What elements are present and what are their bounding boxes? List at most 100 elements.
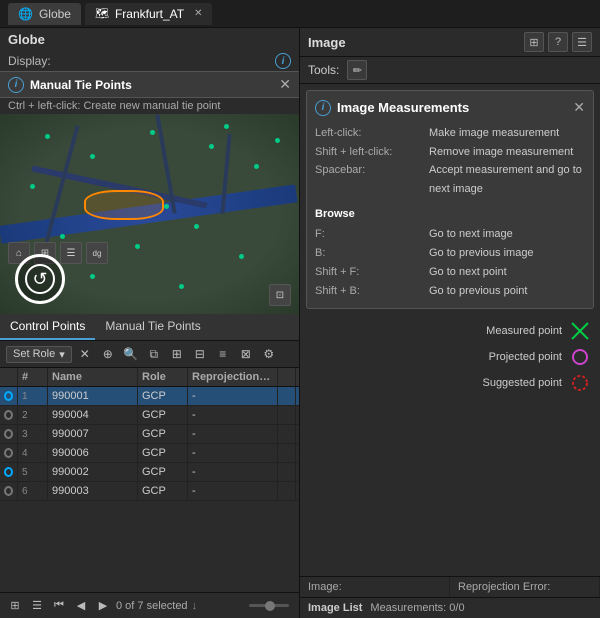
td-status: [0, 463, 18, 481]
im-title: i Image Measurements: [315, 100, 469, 116]
tab-close-button[interactable]: ✕: [194, 8, 202, 19]
image-tool-btn-2[interactable]: ?: [548, 32, 568, 52]
map-dot: [90, 274, 95, 279]
mtp-title-row: i Manual Tie Points: [8, 77, 132, 93]
table-row[interactable]: 4 990006 GCP -: [0, 444, 299, 463]
status-dot: [4, 448, 13, 458]
td-role: GCP: [138, 425, 188, 443]
td-num: 2: [18, 406, 48, 424]
td-name: 990006: [48, 444, 138, 462]
td-name: 990002: [48, 463, 138, 481]
compass-circle: ↺: [15, 254, 65, 304]
im-row-shift: Shift + left-click: Remove image measure…: [315, 143, 585, 162]
map-dot: [45, 134, 50, 139]
zoom-slider[interactable]: [249, 604, 289, 607]
legend-measured: Measured point: [486, 321, 590, 341]
display-label: Display:: [8, 54, 51, 68]
set-role-dropdown[interactable]: Set Role ▾: [6, 346, 72, 363]
selected-count: 0 of 7 selected: [116, 600, 188, 612]
compass-arrow: ↺: [25, 264, 55, 294]
td-rmse: -: [188, 406, 278, 424]
im-close-button[interactable]: ✕: [573, 99, 585, 116]
table-row[interactable]: 2 990004 GCP -: [0, 406, 299, 425]
tab-globe[interactable]: 🌐 Globe: [8, 3, 81, 25]
chevron-down-icon: ▾: [59, 348, 65, 361]
frankfurt-icon: 🗺: [95, 7, 109, 20]
cp-tool-table1[interactable]: ⊞: [167, 344, 187, 364]
td-name: 990004: [48, 406, 138, 424]
th-num: #: [18, 368, 48, 386]
bottom-prev-button[interactable]: ◀: [72, 597, 90, 615]
cp-tool-copy[interactable]: ⧉: [144, 344, 164, 364]
table-row[interactable]: 3 990007 GCP -: [0, 425, 299, 444]
map-label-button[interactable]: dg: [86, 242, 108, 264]
cp-tool-search[interactable]: 🔍: [121, 344, 141, 364]
im-info-icon[interactable]: i: [315, 100, 331, 116]
image-list-row: Image List Measurements: 0/0: [300, 598, 600, 618]
im-row-shiftb: Shift + B: Go to previous point: [315, 282, 585, 301]
projected-point-label: Projected point: [489, 351, 562, 363]
title-bar: 🌐 Globe 🗺 Frankfurt_AT ✕: [0, 0, 600, 28]
display-help-icon[interactable]: i: [275, 53, 291, 69]
image-draw-tool[interactable]: ✏: [347, 60, 367, 80]
map-dot: [254, 164, 259, 169]
td-num: 1: [18, 387, 48, 405]
measured-point-icon: [570, 321, 590, 341]
tab-control-points[interactable]: Control Points: [0, 314, 95, 340]
td-status: [0, 406, 18, 424]
image-tool-btn-3[interactable]: ☰: [572, 32, 592, 52]
cp-tool-settings[interactable]: ⚙: [259, 344, 279, 364]
image-toolbar: Tools: ✏: [300, 57, 600, 84]
map-dot: [30, 184, 35, 189]
td-extra: [278, 387, 296, 405]
td-rmse: -: [188, 463, 278, 481]
bottom-list-button[interactable]: ☰: [28, 597, 46, 615]
mtp-close-button[interactable]: ✕: [279, 76, 291, 93]
th-extra: [278, 368, 296, 386]
image-list-label: Image List: [308, 602, 362, 614]
table-row[interactable]: 5 990002 GCP -: [0, 463, 299, 482]
th-name: Name: [48, 368, 138, 386]
map-dot: [60, 234, 65, 239]
cp-tool-table2[interactable]: ⊟: [190, 344, 210, 364]
cp-tool-add[interactable]: ⊕: [98, 344, 118, 364]
td-extra: [278, 463, 296, 481]
td-role: GCP: [138, 444, 188, 462]
cp-toolbar: Set Role ▾ ✕ ⊕ 🔍 ⧉ ⊞ ⊟ ≡ ⊠ ⚙: [0, 341, 299, 368]
map-compass[interactable]: ↺: [15, 254, 65, 304]
im-row-shiftf: Shift + F: Go to next point: [315, 263, 585, 282]
th-rmse: Reprojection RMSE: [188, 368, 278, 386]
bottom-first-button[interactable]: ⏮: [50, 597, 68, 615]
cp-tool-delete[interactable]: ✕: [75, 344, 95, 364]
cp-tabs: Control Points Manual Tie Points: [0, 314, 299, 341]
map-dot: [164, 204, 169, 209]
map-dot: [275, 138, 280, 143]
status-dot: [4, 486, 13, 496]
im-row-space: Spacebar: Accept measurement and go to n…: [315, 161, 585, 198]
tab-manual-tie-points[interactable]: Manual Tie Points: [95, 314, 210, 340]
im-body: Left-click: Make image measurement Shift…: [315, 124, 585, 300]
td-name: 990001: [48, 387, 138, 405]
tab-frankfurt[interactable]: 🗺 Frankfurt_AT ✕: [85, 3, 213, 25]
mtp-info-icon[interactable]: i: [8, 77, 24, 93]
map-area[interactable]: ⌂ ⊞ ☰ dg ↺ ⊡: [0, 114, 299, 314]
im-row-f: F: Go to next image: [315, 225, 585, 244]
map-corner-button[interactable]: ⊡: [269, 284, 291, 306]
map-dot: [239, 254, 244, 259]
bottom-play-button[interactable]: ▶: [94, 597, 112, 615]
legend-projected: Projected point: [489, 347, 590, 367]
legend: Measured point Projected point: [300, 315, 600, 399]
map-highlight-area: [84, 190, 164, 220]
bottom-grid-button[interactable]: ⊞: [6, 597, 24, 615]
cp-tool-table4[interactable]: ⊠: [236, 344, 256, 364]
table-row[interactable]: 1 990001 GCP -: [0, 387, 299, 406]
map-dot: [179, 284, 184, 289]
table-row[interactable]: 6 990003 GCP -: [0, 482, 299, 501]
im-row-b: B: Go to previous image: [315, 244, 585, 263]
main-layout: Globe Display: i i Manual Tie Points ✕ C…: [0, 28, 600, 618]
image-tool-btn-1[interactable]: ⊞: [524, 32, 544, 52]
bottom-bar: ⊞ ☰ ⏮ ◀ ▶ 0 of 7 selected ↓: [0, 592, 299, 618]
td-num: 3: [18, 425, 48, 443]
cp-tool-table3[interactable]: ≡: [213, 344, 233, 364]
td-extra: [278, 482, 296, 500]
